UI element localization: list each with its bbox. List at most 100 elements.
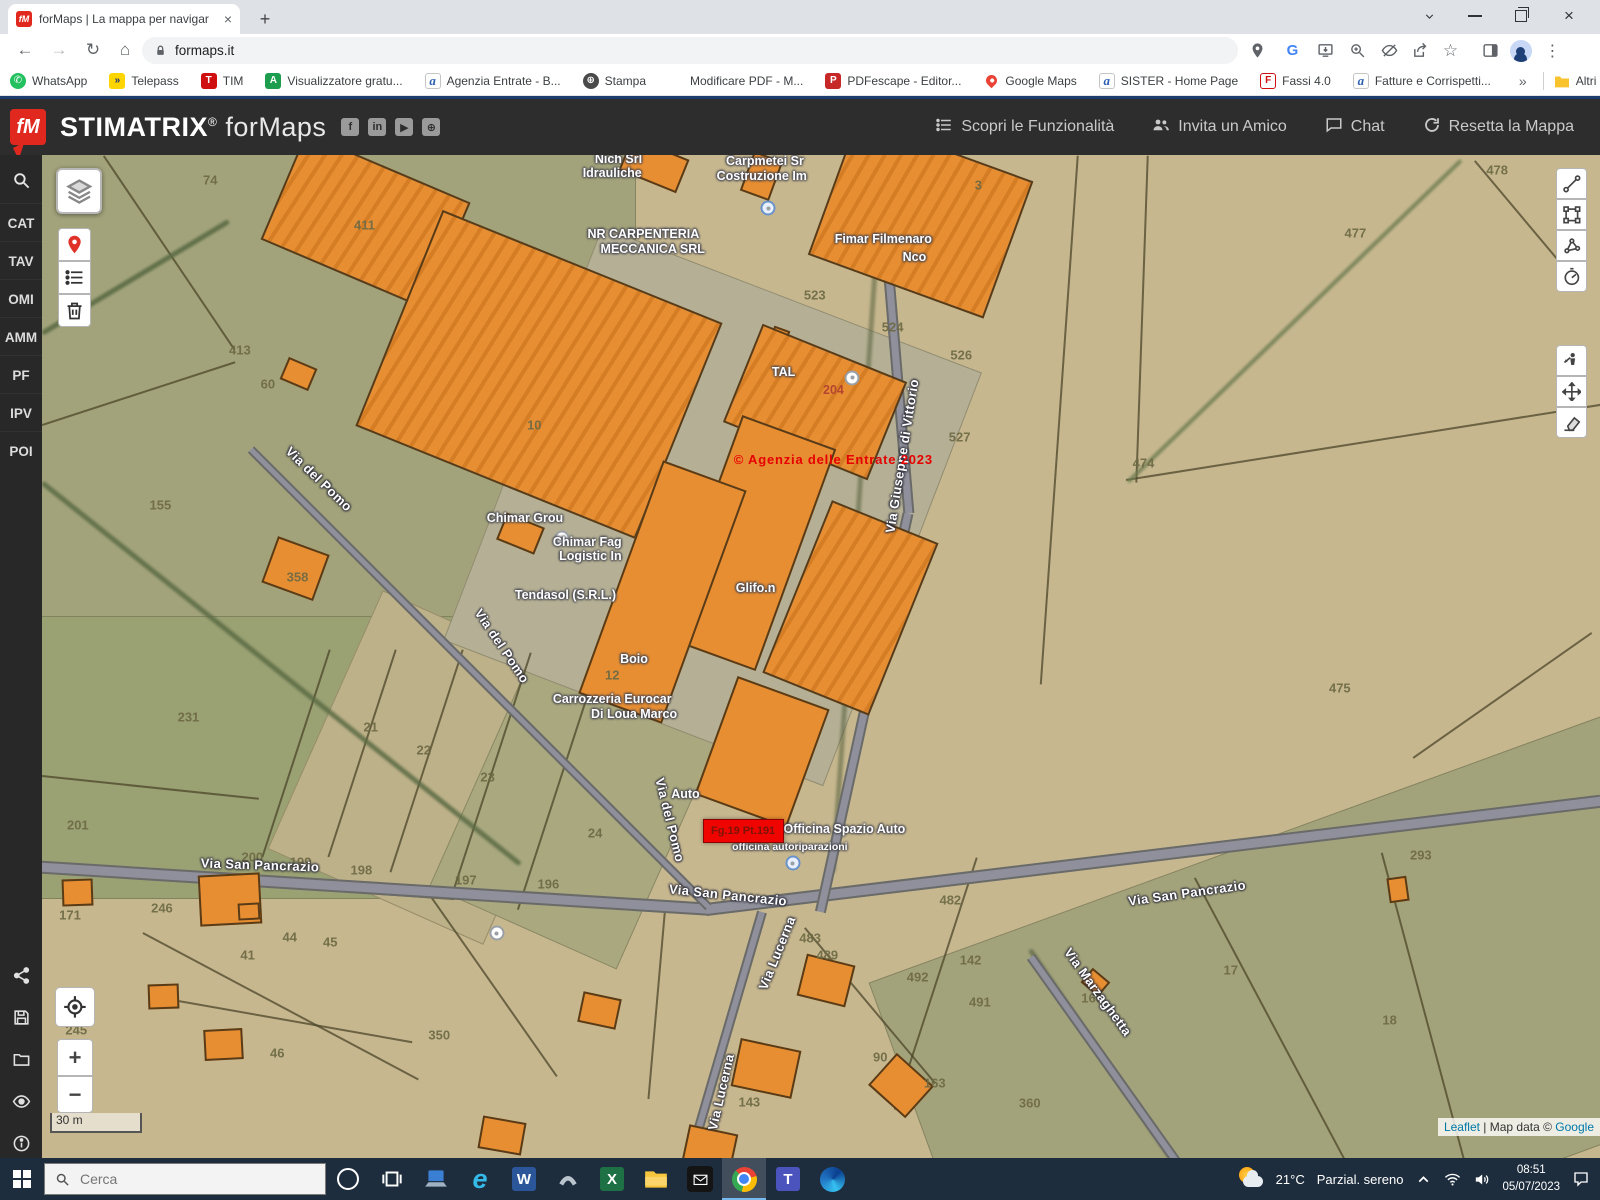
taskbar-app-edge[interactable] (810, 1158, 854, 1200)
sidebar-item-pf[interactable]: PF (0, 355, 42, 394)
other-favorites-button[interactable]: Altri Preferiti (1554, 74, 1600, 88)
share-icon[interactable] (1408, 38, 1433, 63)
sidebar-info-icon[interactable] (0, 1123, 42, 1163)
taskbar-app-internet-explorer[interactable]: e (458, 1158, 502, 1200)
profile-avatar[interactable] (1508, 38, 1533, 63)
bookmark-pdfescape-editor[interactable]: PPDFescape - Editor... (825, 73, 961, 89)
tab-close-icon[interactable]: × (224, 11, 232, 27)
sidebar-item-tav[interactable]: TAV (0, 241, 42, 280)
reload-button[interactable]: ↻ (80, 37, 106, 63)
tray-chevron-icon[interactable] (1415, 1171, 1432, 1188)
bookmark-visualizzatore-gratu[interactable]: AVisualizzatore gratu... (265, 73, 402, 89)
menu-scopri-le-funzionalit-[interactable]: Scopri le Funzionalità (935, 116, 1114, 139)
sidebar-item-amm[interactable]: AMM (0, 317, 42, 356)
bookmarks-overflow-button[interactable]: » (1513, 73, 1527, 89)
bookmark-google-maps[interactable]: Google Maps (983, 73, 1076, 89)
poi-marker[interactable] (845, 370, 860, 385)
zoom-out-button[interactable]: − (57, 1076, 93, 1113)
taskbar-app-phone[interactable] (546, 1158, 590, 1200)
facebook-icon[interactable]: f (341, 118, 359, 136)
sidebar-item-ipv[interactable]: IPV (0, 393, 42, 432)
bookmark-telepass[interactable]: »Telepass (109, 73, 178, 89)
zoom-icon[interactable] (1345, 38, 1370, 63)
poi-marker[interactable] (785, 856, 800, 871)
window-restore-button[interactable] (1498, 0, 1544, 32)
poi-marker[interactable] (761, 201, 776, 216)
measure-distance-button[interactable] (1556, 168, 1587, 199)
street-view-button[interactable] (1556, 345, 1587, 376)
leaflet-link[interactable]: Leaflet (1444, 1120, 1480, 1134)
forward-button[interactable]: → (46, 37, 72, 63)
locate-button[interactable] (55, 987, 95, 1027)
back-button[interactable]: ← (12, 37, 38, 63)
weather-icon[interactable] (1238, 1166, 1264, 1192)
list-tool-button[interactable] (58, 261, 91, 294)
weather-desc[interactable]: Parzial. sereno (1317, 1172, 1404, 1187)
map-canvas[interactable]: © Agenzia delle Entrate 2023 Fg.19 Pt.19… (42, 155, 1600, 1158)
menu-resetta-la-mappa[interactable]: Resetta la Mappa (1423, 116, 1574, 139)
sidebar-item-cat[interactable]: CAT (0, 203, 42, 242)
taskbar-clock[interactable]: 08:51 05/07/2023 (1502, 1162, 1560, 1195)
taskbar-app-laptop[interactable] (414, 1158, 458, 1200)
action-center-icon[interactable] (1572, 1170, 1590, 1188)
website-icon[interactable]: ⊕ (422, 118, 440, 136)
eraser-tool-button[interactable] (1556, 407, 1587, 438)
formaps-logo[interactable]: fM (10, 109, 46, 145)
volume-icon[interactable] (1473, 1171, 1490, 1188)
taskbar-app-mail[interactable] (678, 1158, 722, 1200)
sidebar-item-omi[interactable]: OMI (0, 279, 42, 318)
window-chevron-icon[interactable] (1406, 0, 1452, 32)
google-link[interactable]: Google (1555, 1120, 1594, 1134)
taskbar-app-chrome[interactable] (722, 1158, 766, 1200)
measure-area-button[interactable] (1556, 230, 1587, 261)
bookmark-fatture-e-corrispetti[interactable]: aFatture e Corrispetti... (1353, 73, 1491, 89)
sidebar-item-poi[interactable]: POI (0, 431, 42, 470)
wifi-icon[interactable] (1444, 1171, 1461, 1188)
visibility-off-icon[interactable] (1377, 38, 1402, 63)
youtube-icon[interactable]: ▶ (395, 118, 413, 136)
search-icon[interactable] (0, 163, 42, 197)
google-extension-icon[interactable]: G (1280, 38, 1305, 63)
address-bar[interactable]: formaps.it (142, 37, 1238, 64)
taskbar-search[interactable] (44, 1163, 326, 1195)
menu-invita-un-amico[interactable]: Invita un Amico (1152, 116, 1287, 139)
taskbar-app-teams[interactable]: T (766, 1158, 810, 1200)
linkedin-icon[interactable]: in (368, 118, 386, 136)
selected-parcel-label[interactable]: Fg.19 Pt.191 (703, 819, 784, 843)
pan-tool-button[interactable] (1556, 376, 1587, 407)
location-icon[interactable] (1245, 38, 1270, 63)
sidebar-folder-icon[interactable] (0, 1039, 42, 1079)
bookmark-star-icon[interactable]: ☆ (1438, 38, 1463, 63)
bookmark-tim[interactable]: TTIM (201, 73, 244, 89)
select-rectangle-button[interactable] (1556, 199, 1587, 230)
window-close-button[interactable]: × (1546, 0, 1592, 32)
bookmark-agenzia-entrate-b[interactable]: aAgenzia Entrate - B... (425, 73, 561, 89)
trash-tool-button[interactable] (58, 294, 91, 327)
layers-button[interactable] (56, 168, 102, 214)
home-button[interactable]: ⌂ (112, 37, 138, 63)
taskbar-app-task-view[interactable] (370, 1158, 414, 1200)
sidebar-share-icon[interactable] (0, 955, 42, 995)
bookmark-stampa[interactable]: ⊕Stampa (583, 73, 646, 89)
menu-chat[interactable]: Chat (1325, 116, 1385, 139)
taskbar-app-file-manager[interactable] (634, 1158, 678, 1200)
taskbar-search-input[interactable] (78, 1170, 315, 1188)
bookmark-fassi-4-0[interactable]: FFassi 4.0 (1260, 73, 1331, 89)
sidebar-eye-icon[interactable] (0, 1081, 42, 1121)
taskbar-app-cortana[interactable] (326, 1158, 370, 1200)
side-panel-icon[interactable] (1478, 38, 1503, 63)
browser-menu-icon[interactable]: ⋮ (1540, 38, 1565, 63)
measure-radius-button[interactable] (1556, 261, 1587, 292)
new-tab-button[interactable]: + (252, 6, 278, 32)
zoom-in-button[interactable]: + (57, 1039, 93, 1076)
install-app-icon[interactable] (1313, 38, 1338, 63)
sidebar-save-icon[interactable] (0, 997, 42, 1037)
browser-tab[interactable]: fM forMaps | La mappa per navigar × (8, 4, 240, 34)
bookmark-modificare-pdf-m[interactable]: Modificare PDF - M... (668, 73, 803, 89)
bookmark-whatsapp[interactable]: ✆WhatsApp (10, 73, 87, 89)
weather-temp[interactable]: 21°C (1276, 1172, 1305, 1187)
poi-marker[interactable] (489, 926, 504, 941)
taskbar-app-word[interactable]: W (502, 1158, 546, 1200)
window-minimize-button[interactable] (1452, 0, 1498, 32)
bookmark-sister-home-page[interactable]: aSISTER - Home Page (1099, 73, 1238, 89)
